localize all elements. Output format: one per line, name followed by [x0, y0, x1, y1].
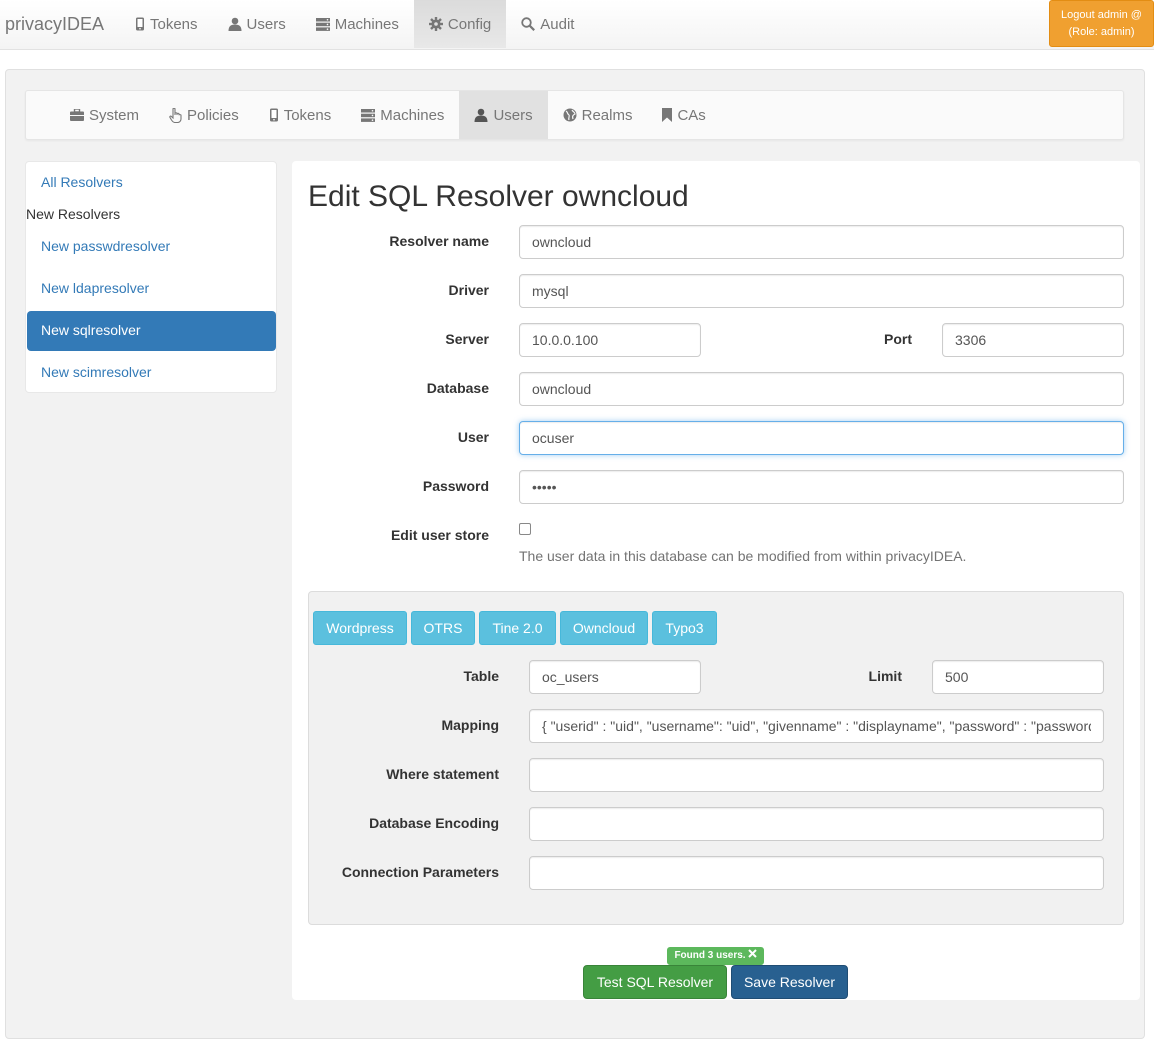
- nav-machines-label: Machines: [334, 15, 399, 33]
- preset-owncloud-button[interactable]: Owncloud: [560, 611, 648, 645]
- subnav-cas[interactable]: CAs: [647, 91, 720, 139]
- edit-user-store-help: The user data in this database can be mo…: [519, 548, 967, 564]
- sidebar-all-resolvers[interactable]: All Resolvers: [41, 174, 123, 190]
- database-encoding-label: Database Encoding: [369, 815, 499, 831]
- subnav-policies[interactable]: Policies: [154, 91, 254, 139]
- sidebar-item-ldapresolver[interactable]: New ldapresolver: [41, 280, 149, 296]
- mapping-label: Mapping: [441, 717, 499, 733]
- subnav-policies-label: Policies: [187, 106, 239, 124]
- password-label: Password: [422, 478, 489, 494]
- port-input[interactable]: [942, 323, 1124, 357]
- table-label: Table: [463, 668, 499, 684]
- subnav-realms-label: Realms: [581, 106, 633, 124]
- hand-pointer-icon: [169, 107, 182, 123]
- database-input[interactable]: [519, 372, 1124, 406]
- search-icon: [521, 17, 536, 31]
- where-statement-input[interactable]: [529, 758, 1104, 792]
- briefcase-icon: [70, 109, 84, 121]
- test-result-text: Found 3 users.: [674, 950, 746, 961]
- subnav-machines-label: Machines: [380, 106, 445, 124]
- edit-user-store-label: Edit user store: [390, 527, 489, 543]
- sidebar-heading-new: New Resolvers: [26, 206, 121, 222]
- close-icon[interactable]: [747, 949, 757, 958]
- preset-wordpress-button[interactable]: Wordpress: [313, 611, 407, 645]
- nav-machines[interactable]: Machines: [301, 0, 414, 48]
- edit-user-store-checkbox[interactable]: [519, 523, 531, 535]
- driver-input[interactable]: [519, 274, 1124, 308]
- bookmark-icon: [662, 108, 673, 122]
- subnav-users-label: Users: [493, 106, 533, 124]
- server-input[interactable]: [519, 323, 701, 357]
- test-sql-resolver-button[interactable]: Test SQL Resolver: [583, 965, 727, 999]
- user-input[interactable]: [519, 421, 1124, 455]
- connection-parameters-label: Connection Parameters: [341, 864, 499, 880]
- where-statement-label: Where statement: [386, 766, 499, 782]
- user-icon: [228, 17, 242, 31]
- brand-logo[interactable]: privacyIDEA: [5, 14, 104, 35]
- mapping-input[interactable]: [529, 709, 1104, 743]
- table-input[interactable]: [529, 660, 701, 694]
- top-navbar: privacyIDEA Tokens Users Machines Config…: [0, 0, 1154, 50]
- logout-role: (Role: admin): [1068, 26, 1135, 38]
- preset-otrs-button[interactable]: OTRS: [411, 611, 475, 645]
- preset-typo3-button[interactable]: Typo3: [652, 611, 717, 645]
- resolver-sidebar: All Resolvers New Resolvers New passwdre…: [25, 161, 277, 393]
- sidebar-item-sqlresolver[interactable]: New sqlresolver: [27, 311, 276, 351]
- sidebar-item-scimresolver[interactable]: New scimresolver: [41, 364, 151, 380]
- nav-users-label: Users: [246, 15, 286, 33]
- subnav-realms[interactable]: Realms: [548, 91, 648, 139]
- subnav-tokens-label: Tokens: [283, 106, 332, 124]
- nav-users[interactable]: Users: [213, 0, 301, 48]
- connection-parameters-input[interactable]: [529, 856, 1104, 890]
- preset-tine-button[interactable]: Tine 2.0: [479, 611, 556, 645]
- save-resolver-button[interactable]: Save Resolver: [731, 965, 848, 999]
- subnav-users[interactable]: Users: [459, 91, 548, 139]
- nav-config-label: Config: [447, 15, 492, 33]
- user-icon: [474, 108, 488, 122]
- sidebar-item-passwdresolver[interactable]: New passwdresolver: [41, 238, 170, 254]
- password-input[interactable]: [519, 470, 1124, 504]
- subnav-system[interactable]: System: [55, 91, 154, 139]
- server-label: Server: [445, 331, 489, 347]
- subnav-cas-label: CAs: [677, 106, 706, 124]
- subnav-tokens[interactable]: Tokens: [254, 91, 347, 139]
- nav-audit-label: Audit: [540, 15, 575, 33]
- limit-label: Limit: [868, 668, 902, 684]
- phone-icon: [136, 17, 144, 31]
- driver-label: Driver: [448, 282, 489, 298]
- port-label: Port: [884, 331, 912, 347]
- config-subnav: System Policies Tokens Machines Users Re…: [25, 90, 1124, 140]
- server-icon: [315, 17, 330, 31]
- gear-icon: [428, 17, 443, 31]
- logout-label: Logout admin @: [1061, 9, 1142, 21]
- globe-icon: [563, 108, 577, 122]
- main-nav: Tokens Users Machines Config Audit: [120, 0, 589, 48]
- test-result-badge: Found 3 users.: [667, 947, 764, 965]
- database-label: Database: [426, 380, 489, 396]
- nav-tokens[interactable]: Tokens: [120, 0, 213, 48]
- page-title: Edit SQL Resolver owncloud: [308, 180, 689, 213]
- database-encoding-input[interactable]: [529, 807, 1104, 841]
- subnav-machines[interactable]: Machines: [346, 91, 459, 139]
- user-label: User: [457, 429, 489, 445]
- logout-button[interactable]: Logout admin @ (Role: admin): [1049, 0, 1154, 47]
- nav-audit[interactable]: Audit: [506, 0, 589, 48]
- limit-input[interactable]: [932, 660, 1104, 694]
- nav-tokens-label: Tokens: [150, 15, 198, 33]
- phone-icon: [269, 108, 278, 122]
- resolver-name-input[interactable]: [519, 225, 1124, 259]
- subnav-system-label: System: [89, 106, 140, 124]
- nav-config[interactable]: Config: [413, 0, 507, 48]
- resolver-name-label: Resolver name: [389, 233, 489, 249]
- server-icon: [361, 108, 376, 122]
